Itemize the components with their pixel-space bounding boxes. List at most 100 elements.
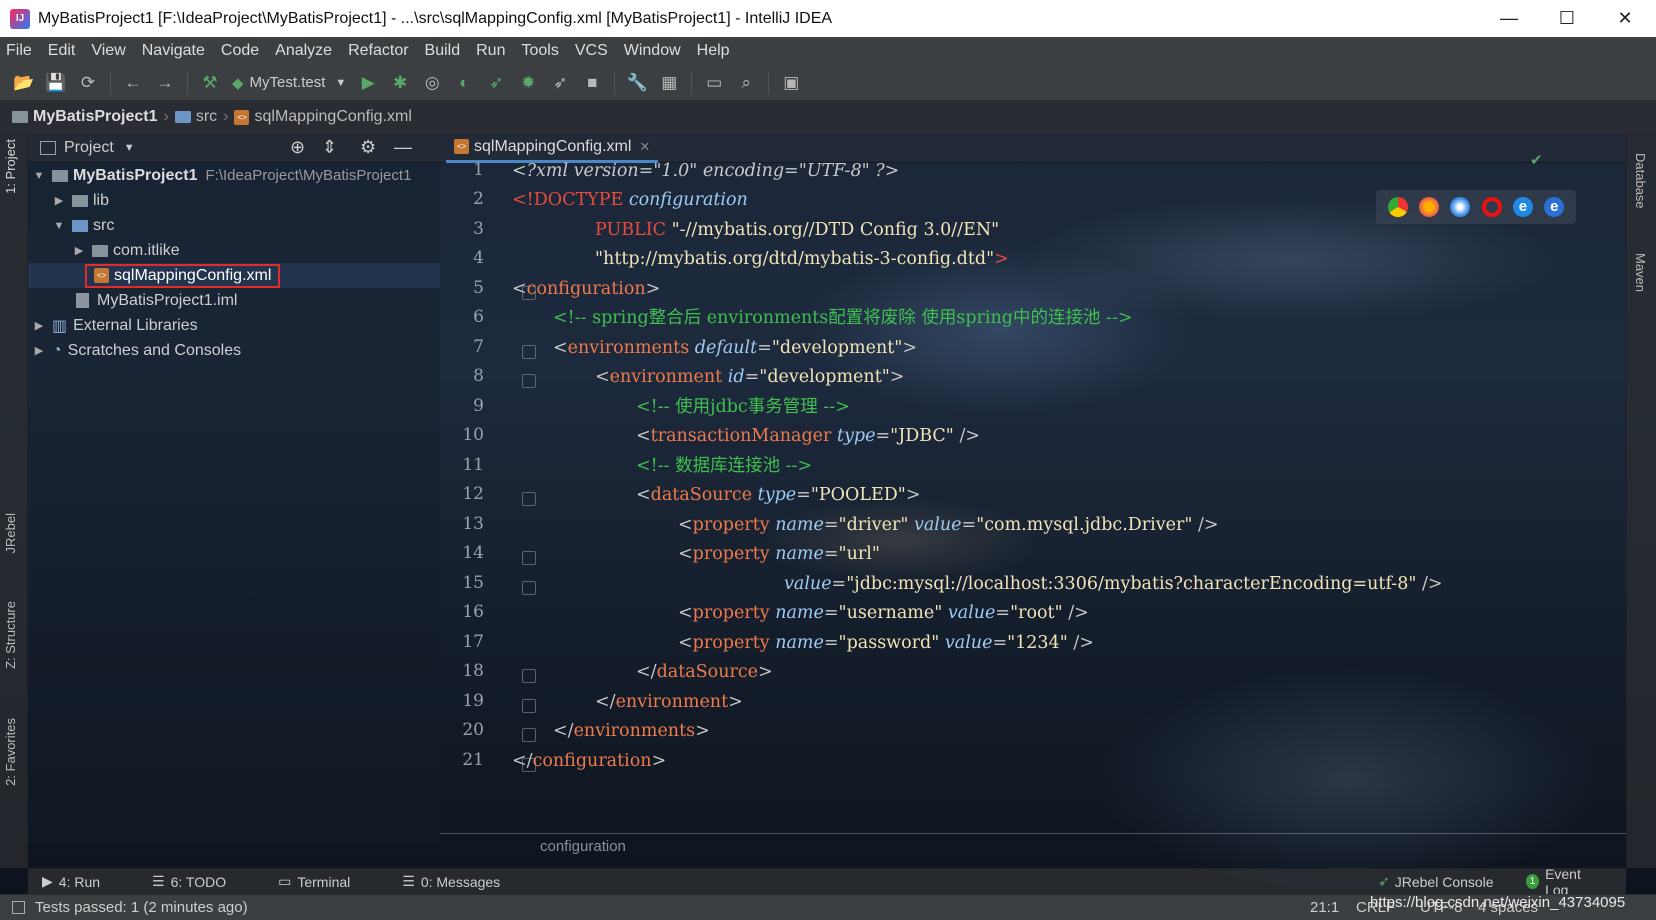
tree-item-scratches[interactable]: ▶ ◔ Scratches and Consoles — [32, 338, 241, 363]
project-view-selector[interactable]: Project — [64, 139, 114, 157]
tab-run[interactable]: ▶ 4: Run — [42, 873, 126, 890]
status-message[interactable]: Tests passed: 1 (2 minutes ago) — [35, 899, 248, 916]
coverage-icon[interactable]: ◎ — [416, 69, 448, 97]
tab-maven[interactable]: Maven — [1633, 253, 1648, 292]
tab-terminal[interactable]: ▭ Terminal — [278, 873, 376, 890]
collapsed-arrow-icon[interactable]: ▶ — [72, 244, 86, 257]
toggle-tool-windows-icon[interactable] — [12, 901, 25, 914]
breadcrumb-file[interactable]: sqlMappingConfig.xml — [254, 108, 411, 126]
collapsed-arrow-icon[interactable]: ▶ — [52, 194, 66, 207]
stop-icon[interactable]: ■ — [576, 69, 608, 97]
save-icon[interactable]: 💾 — [40, 69, 72, 97]
breadcrumb-project[interactable]: MyBatisProject1 — [33, 108, 158, 126]
comment: <!-- 使用jdbc事务管理 --> — [636, 397, 850, 417]
tree-item-label: Scratches and Consoles — [67, 341, 242, 359]
collapse-all-icon[interactable]: ⇕ — [322, 137, 337, 158]
open-folder-icon[interactable]: 📂 — [8, 69, 40, 97]
menu-vcs[interactable]: VCS — [575, 42, 608, 60]
project-structure-icon[interactable]: ▦ — [653, 69, 685, 97]
menu-navigate[interactable]: Navigate — [142, 42, 205, 60]
search-icon[interactable]: ⌕ — [730, 69, 762, 97]
tree-item-src[interactable]: ▼ src — [52, 213, 115, 238]
minimize-button[interactable]: — — [1480, 0, 1538, 37]
fold-marker-icon[interactable] — [522, 581, 536, 595]
menu-window[interactable]: Window — [624, 42, 681, 60]
watermark-text: https://blog.csdn.net/weixin_43734095 — [1370, 894, 1626, 911]
debug-icon[interactable]: ✱ — [384, 69, 416, 97]
menu-analyze[interactable]: Analyze — [275, 42, 332, 60]
tab-jrebel[interactable]: JRebel — [3, 513, 18, 553]
menu-refactor[interactable]: Refactor — [348, 42, 408, 60]
tag-environment-close: environment — [615, 692, 729, 712]
chevron-down-icon[interactable]: ▼ — [124, 142, 135, 154]
jrebel-run-icon[interactable]: ➶ — [480, 69, 512, 97]
code-editor[interactable]: <?xml version="1.0" encoding="UTF-8" ?> … — [512, 161, 1626, 833]
tab-event-log[interactable]: 1 Event Log — [1526, 866, 1626, 898]
menu-file[interactable]: File — [6, 42, 32, 60]
back-arrow-icon[interactable]: ← — [117, 69, 149, 97]
fold-marker-icon[interactable] — [522, 699, 536, 713]
tree-item-external-libraries[interactable]: ▶ ▥ External Libraries — [32, 313, 198, 338]
tree-item-xml-selected[interactable]: <> sqlMappingConfig.xml — [28, 263, 440, 288]
code-line-9: <!-- 使用jdbc事务管理 --> — [636, 392, 850, 423]
tab-todo[interactable]: ☰ 6: TODO — [152, 873, 252, 890]
terminal-window-icon[interactable]: ▭ — [698, 69, 730, 97]
fold-marker-icon[interactable] — [522, 345, 536, 359]
expanded-arrow-icon[interactable]: ▼ — [52, 220, 66, 232]
fold-marker-icon[interactable] — [522, 551, 536, 565]
fold-marker-icon[interactable] — [522, 669, 536, 683]
profile-icon[interactable]: ◐ — [448, 69, 480, 97]
fold-marker-icon[interactable] — [522, 728, 536, 742]
breadcrumb-src[interactable]: src — [196, 108, 217, 126]
expanded-arrow-icon[interactable]: ▼ — [32, 170, 46, 182]
hide-panel-icon[interactable]: — — [394, 137, 412, 158]
line-number: 10 — [462, 425, 484, 445]
attr-value: "development" — [759, 367, 890, 387]
jrebel-icon[interactable]: ➶ — [544, 69, 576, 97]
code-line-6: <!-- spring整合后 environments配置将废除 使用sprin… — [553, 303, 1133, 334]
xml-breadcrumb[interactable]: configuration — [540, 838, 626, 855]
fold-marker-icon[interactable] — [522, 492, 536, 506]
menu-edit[interactable]: Edit — [48, 42, 76, 60]
tab-database[interactable]: Database — [1633, 153, 1648, 209]
collapsed-arrow-icon[interactable]: ▶ — [32, 319, 46, 332]
tag-environment: environment — [609, 367, 723, 387]
tree-item-iml[interactable]: MyBatisProject1.iml — [76, 288, 237, 313]
tree-item-project-root[interactable]: ▼ MyBatisProject1 F:\IdeaProject\MyBatis… — [32, 163, 412, 188]
build-hammer-icon[interactable]: ⚒ — [194, 69, 226, 97]
forward-arrow-icon[interactable]: → — [149, 69, 181, 97]
settings-wrench-icon[interactable]: 🔧 — [621, 69, 653, 97]
menu-code[interactable]: Code — [221, 42, 259, 60]
tab-project[interactable]: 1: Project — [3, 139, 18, 194]
gear-icon[interactable]: ⚙ — [360, 137, 376, 158]
tree-item-package[interactable]: ▶ com.itlike — [72, 238, 180, 263]
line-number: 17 — [462, 632, 484, 652]
close-button[interactable]: ✕ — [1596, 0, 1654, 37]
maximize-button[interactable]: ☐ — [1538, 0, 1596, 37]
code-line-17: <property name="password" value="1234" /… — [678, 633, 1094, 653]
tab-jrebel-console[interactable]: ➶ JRebel Console — [1378, 873, 1520, 890]
sync-icon[interactable]: ⟳ — [72, 69, 104, 97]
tab-structure[interactable]: Z: Structure — [3, 601, 18, 669]
collapsed-arrow-icon[interactable]: ▶ — [32, 344, 46, 357]
run-icon[interactable]: ▶ — [352, 69, 384, 97]
jrebel-debug-icon[interactable]: ✹ — [512, 69, 544, 97]
tab-messages[interactable]: ☰ 0: Messages — [402, 873, 526, 890]
presentation-icon[interactable]: ▣ — [775, 69, 807, 97]
fold-marker-icon[interactable] — [522, 374, 536, 388]
package-icon — [92, 244, 108, 257]
tab-favorites[interactable]: 2: Favorites — [3, 718, 18, 786]
comment: <!-- spring整合后 environments配置将废除 使用sprin… — [553, 308, 1133, 328]
project-panel-header: Project ▼ ⊕ ⇕ ⚙ — — [28, 133, 440, 163]
run-configuration-dropdown[interactable]: ◆ MyTest.test ▼ — [226, 70, 352, 96]
close-tab-icon[interactable]: ✕ — [639, 139, 650, 155]
attr-value: "jdbc:mysql://localhost:3306/mybatis?cha… — [846, 574, 1417, 594]
menu-tools[interactable]: Tools — [521, 42, 558, 60]
tree-item-lib[interactable]: ▶ lib — [52, 188, 109, 213]
caret-position[interactable]: 21:1 — [1310, 899, 1339, 916]
menu-help[interactable]: Help — [697, 42, 730, 60]
menu-build[interactable]: Build — [425, 42, 461, 60]
menu-view[interactable]: View — [91, 42, 125, 60]
locate-target-icon[interactable]: ⊕ — [290, 137, 305, 158]
menu-run[interactable]: Run — [476, 42, 505, 60]
